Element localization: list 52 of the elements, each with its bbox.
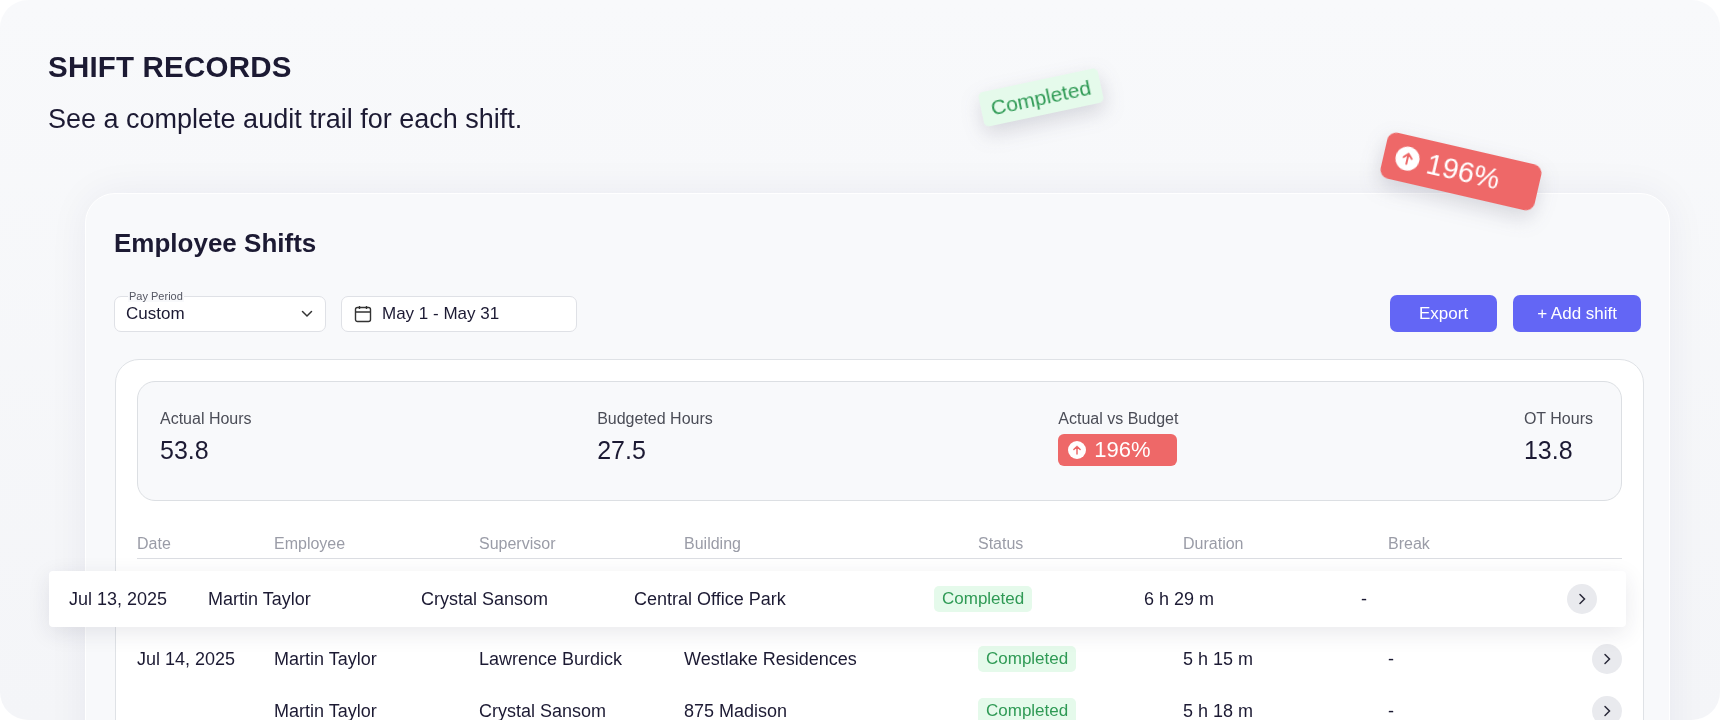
chevron-down-icon [301, 309, 313, 318]
stat-label: OT Hours [1523, 410, 1593, 428]
arrow-up-icon [1393, 144, 1422, 174]
page-title: SHIFT RECORDS [48, 50, 293, 84]
column-header: Employee [274, 535, 347, 553]
supervisor-cell: Crystal Sansom [421, 588, 549, 610]
column-header: Duration [1183, 535, 1245, 553]
status-badge: Completed [978, 645, 1077, 673]
column-header: Status [978, 535, 1025, 553]
break-cell: - [1388, 648, 1394, 670]
chevron-right-icon [1602, 653, 1612, 665]
building-cell: 875 Madison [684, 700, 788, 720]
employee-cell: Martin Taylor [274, 700, 377, 720]
chevron-right-icon [1577, 593, 1587, 605]
stat-value: 27.5 [597, 435, 647, 466]
calendar-icon [354, 304, 372, 323]
stat-label: Budgeted Hours [597, 410, 713, 428]
stat-value: 13.8 [1523, 435, 1574, 466]
duration-cell: 5 h 15 m [1183, 648, 1254, 670]
column-header: Break [1388, 535, 1431, 553]
open-row-button[interactable] [1567, 584, 1597, 614]
stat-value: 53.8 [160, 435, 210, 466]
building-cell: Central Office Park [634, 588, 786, 610]
arrow-up-icon [1068, 441, 1087, 460]
break-cell: - [1361, 588, 1367, 610]
table-row[interactable]: Jul 13, 2025 Martin Taylor Crystal Sansom Central Office Park Completed 6 h 29 m - [49, 571, 1626, 627]
column-header: Building [684, 535, 742, 553]
panel-title: Employee Shifts [114, 228, 318, 259]
date-cell: Jul 13, 2025 [69, 588, 168, 610]
open-row-button[interactable] [1592, 644, 1622, 674]
action-button[interactable]: + Add shift [1513, 295, 1641, 332]
status-badge: Completed [934, 585, 1033, 613]
status-badge: Completed [977, 67, 1104, 128]
column-header: Supervisor [479, 535, 557, 553]
employee-cell: Martin Taylor [274, 648, 377, 670]
action-button[interactable]: Export [1390, 295, 1498, 332]
column-header: Date [137, 535, 172, 553]
chevron-right-icon [1602, 705, 1612, 717]
supervisor-cell: Crystal Sansom [479, 700, 607, 720]
employee-cell: Martin Taylor [208, 588, 311, 610]
duration-cell: 5 h 18 m [1183, 700, 1254, 720]
duration-cell: 6 h 29 m [1144, 588, 1215, 610]
break-cell: - [1388, 700, 1394, 720]
date-cell: Jul 14, 2025 [137, 648, 236, 670]
stat-label: Actual vs Budget [1058, 410, 1179, 428]
building-cell: Westlake Residences [684, 648, 857, 670]
stat-label: Actual Hours [160, 410, 252, 428]
supervisor-cell: Lawrence Burdick [479, 648, 623, 670]
trend-badge: 196% [1058, 434, 1177, 467]
date-range-field[interactable]: May 1 - May 31 [341, 295, 577, 332]
status-badge: Completed [978, 697, 1077, 720]
open-row-button[interactable] [1592, 696, 1622, 720]
